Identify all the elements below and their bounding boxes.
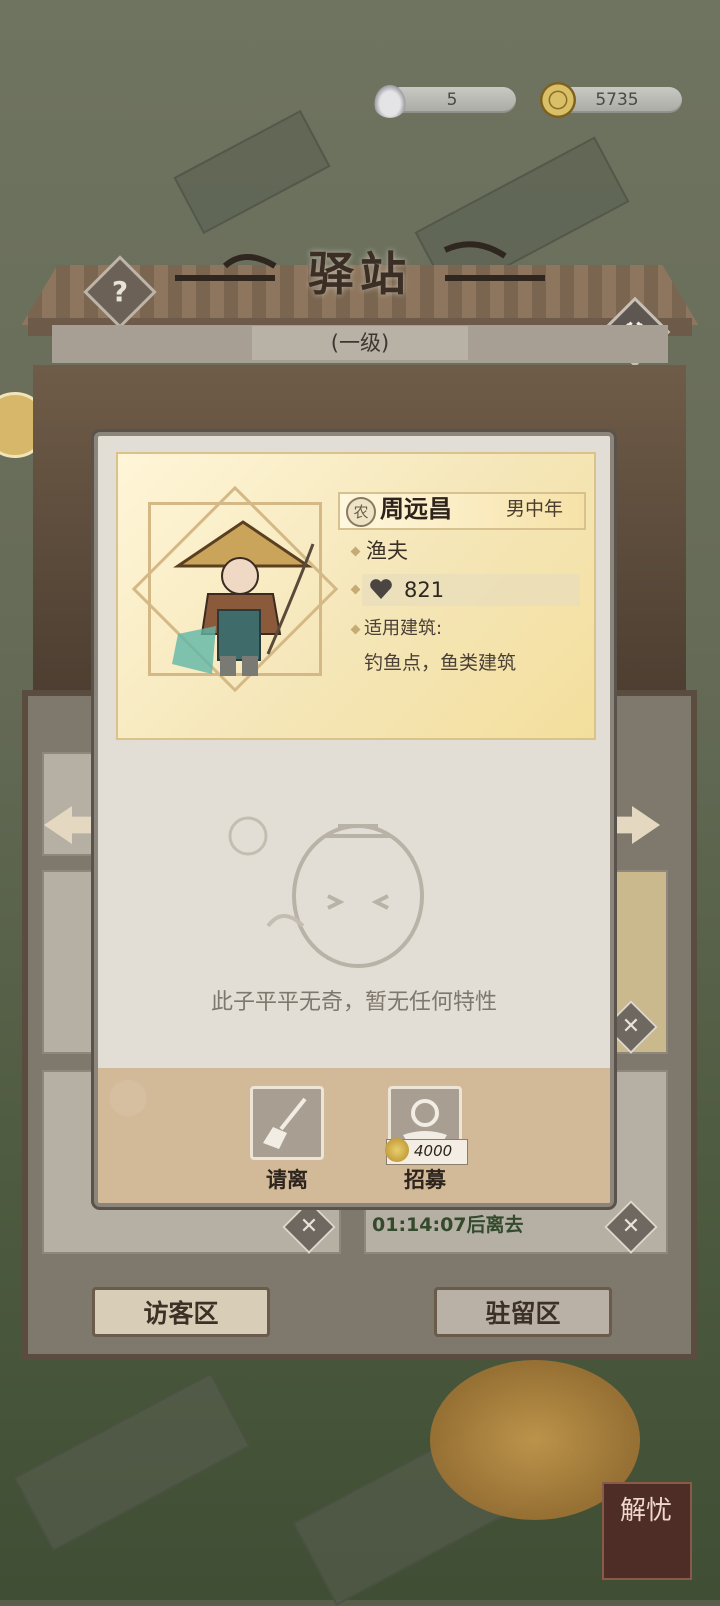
dismiss-button[interactable]: [250, 1086, 324, 1160]
copper-coin-icon: [540, 82, 576, 118]
recruit-label: 招募: [404, 1168, 446, 1192]
copper-coin-icon: [385, 1138, 409, 1162]
fisherman-portrait: [172, 520, 315, 676]
building-value: 钓鱼点，鱼类建筑: [364, 652, 517, 674]
trait-text: 此子平平无奇，暂无任何特性: [210, 990, 497, 1015]
visitor-power: 821: [404, 578, 445, 602]
jieyou-label: 解忧: [619, 1496, 672, 1526]
silver-ingot-icon: [372, 82, 408, 118]
heart-fist-icon: [370, 579, 392, 599]
ground-tile: [173, 109, 331, 235]
recruit-cost: 4000: [414, 1142, 453, 1160]
visitor-name: 周远昌: [380, 495, 452, 523]
building-level: (一级): [252, 326, 468, 360]
tab-stay-area[interactable]: 驻留区: [434, 1287, 612, 1337]
dismiss-label: 请离: [266, 1168, 308, 1192]
ground-tile: [13, 1372, 251, 1552]
leave-timer: 01:14:07后离去: [372, 1214, 524, 1236]
help-icon: ?: [111, 275, 129, 308]
close-icon: ✕: [299, 1214, 319, 1239]
visitor-detail-card: 农 周远昌 男中年 渔夫 821 适用建筑: 钓鱼点，鱼类建筑 此子平平无奇，暂…: [94, 432, 614, 1207]
visitor-job: 渔夫: [366, 539, 408, 563]
category-badge: 农: [346, 497, 376, 527]
page-title: 驿站: [308, 247, 412, 301]
no-trait-face-icon: [228, 816, 424, 968]
action-footer: [98, 1068, 610, 1203]
silver-amount: 5: [446, 90, 458, 110]
building-label: 适用建筑:: [364, 618, 443, 639]
tab-visitor-area[interactable]: 访客区: [92, 1287, 270, 1337]
broom-icon: [263, 1097, 307, 1149]
visitor-tag: 男中年: [506, 498, 564, 520]
coin-amount: 5735: [595, 90, 639, 110]
close-icon: ✕: [621, 1014, 641, 1039]
